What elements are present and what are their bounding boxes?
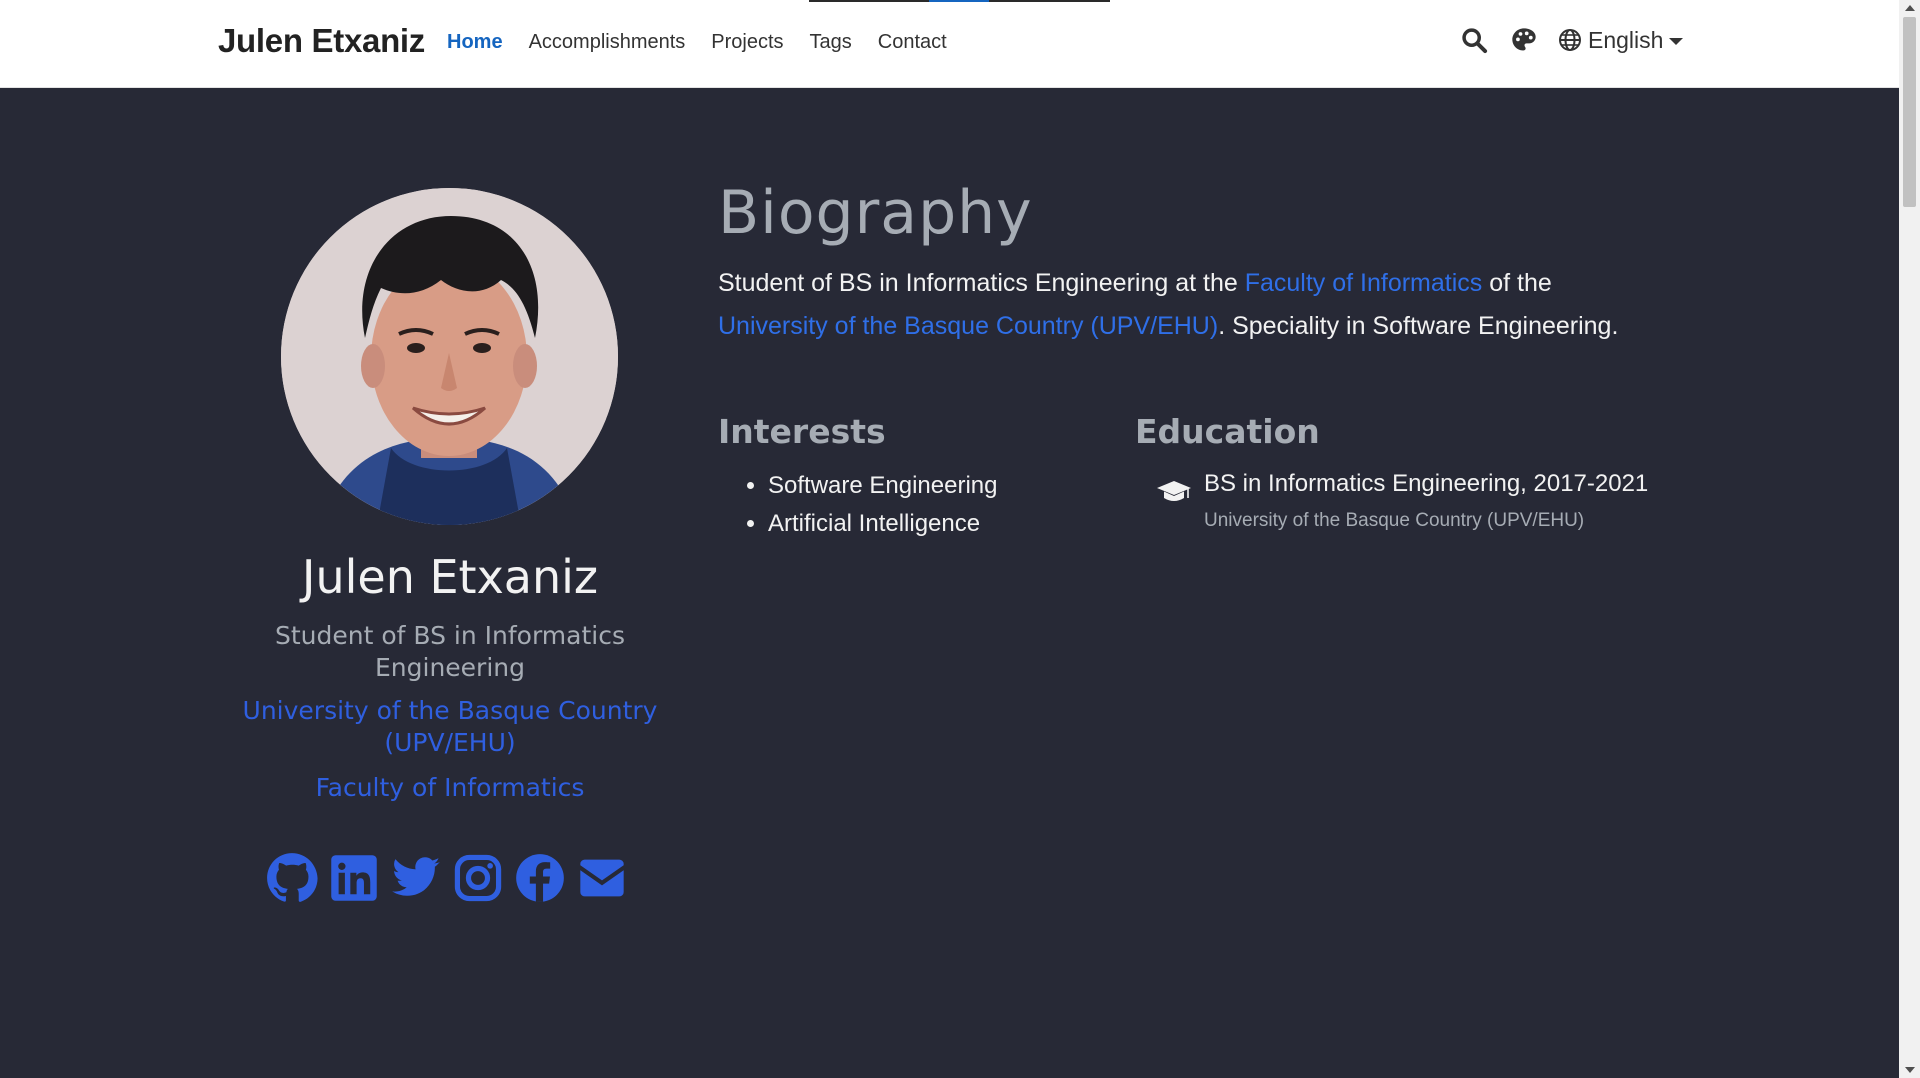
palette-icon[interactable]	[1510, 26, 1538, 54]
globe-icon	[1559, 29, 1581, 51]
interests-list: Software Engineering Artificial Intellig…	[718, 467, 997, 543]
social-links	[266, 852, 638, 904]
scroll-down-arrow-icon[interactable]	[1905, 1067, 1915, 1073]
avatar	[281, 188, 618, 525]
scroll-up-arrow-icon[interactable]	[1905, 5, 1915, 11]
language-label: English	[1588, 26, 1664, 53]
search-icon[interactable]	[1460, 26, 1488, 54]
biography-text: Student of BS in Informatics Engineering…	[718, 262, 1718, 348]
profile-role: Student of BS in Informatics Engineering	[274, 621, 625, 682]
page-loading-bar	[809, 0, 1110, 2]
scrollbar[interactable]	[1899, 0, 1920, 1078]
education-title: Education	[1135, 412, 1320, 451]
education-institution: University of the Basque Country (UPV/EH…	[1204, 510, 1585, 531]
instagram-icon[interactable]	[452, 852, 504, 904]
university-link[interactable]: University of the Basque Country (UPV/EH…	[718, 312, 1218, 340]
twitter-icon[interactable]	[390, 852, 442, 904]
github-icon[interactable]	[266, 852, 318, 904]
education-degree: BS in Informatics Engineering, 2017-2021	[1204, 470, 1649, 497]
biography-text-part: of the	[1482, 269, 1552, 297]
profile-faculty-link[interactable]: Faculty of Informatics	[220, 773, 680, 802]
linkedin-icon[interactable]	[328, 852, 380, 904]
facebook-icon[interactable]	[514, 852, 566, 904]
nav-actions: English	[1460, 26, 1684, 54]
envelope-icon[interactable]	[576, 852, 628, 904]
avatar-photo	[281, 188, 618, 525]
interest-item: Artificial Intelligence	[768, 505, 997, 543]
biography-title: Biography	[718, 178, 1033, 248]
biography-text-part: . Speciality in Software Engineering.	[1218, 312, 1619, 340]
nav-link-accomplishments[interactable]: Accomplishments	[529, 31, 686, 54]
brand-link[interactable]: Julen Etxaniz	[218, 22, 425, 60]
language-dropdown[interactable]: English	[1558, 26, 1684, 54]
chevron-down-icon	[1669, 37, 1684, 45]
profile-organization-link[interactable]: University of the Basque Country (UPV/EH…	[220, 695, 680, 759]
nav-link-projects[interactable]: Projects	[711, 31, 783, 54]
faculty-link[interactable]: Faculty of Informatics	[1245, 269, 1483, 297]
nav-links: Home Accomplishments Projects Tags Conta…	[447, 31, 973, 54]
profile-name: Julen Etxaniz	[301, 550, 599, 604]
interest-item: Software Engineering	[768, 467, 997, 505]
scroll-thumb[interactable]	[1903, 17, 1916, 207]
nav-link-home[interactable]: Home	[447, 31, 503, 54]
nav-link-tags[interactable]: Tags	[810, 31, 852, 54]
nav-link-contact[interactable]: Contact	[878, 31, 947, 54]
graduation-cap-icon	[1157, 481, 1191, 501]
navbar: Julen Etxaniz Home Accomplishments Proje…	[0, 0, 1899, 88]
biography-text-part: Student of BS in Informatics Engineering…	[718, 269, 1245, 297]
interests-title: Interests	[718, 412, 886, 451]
